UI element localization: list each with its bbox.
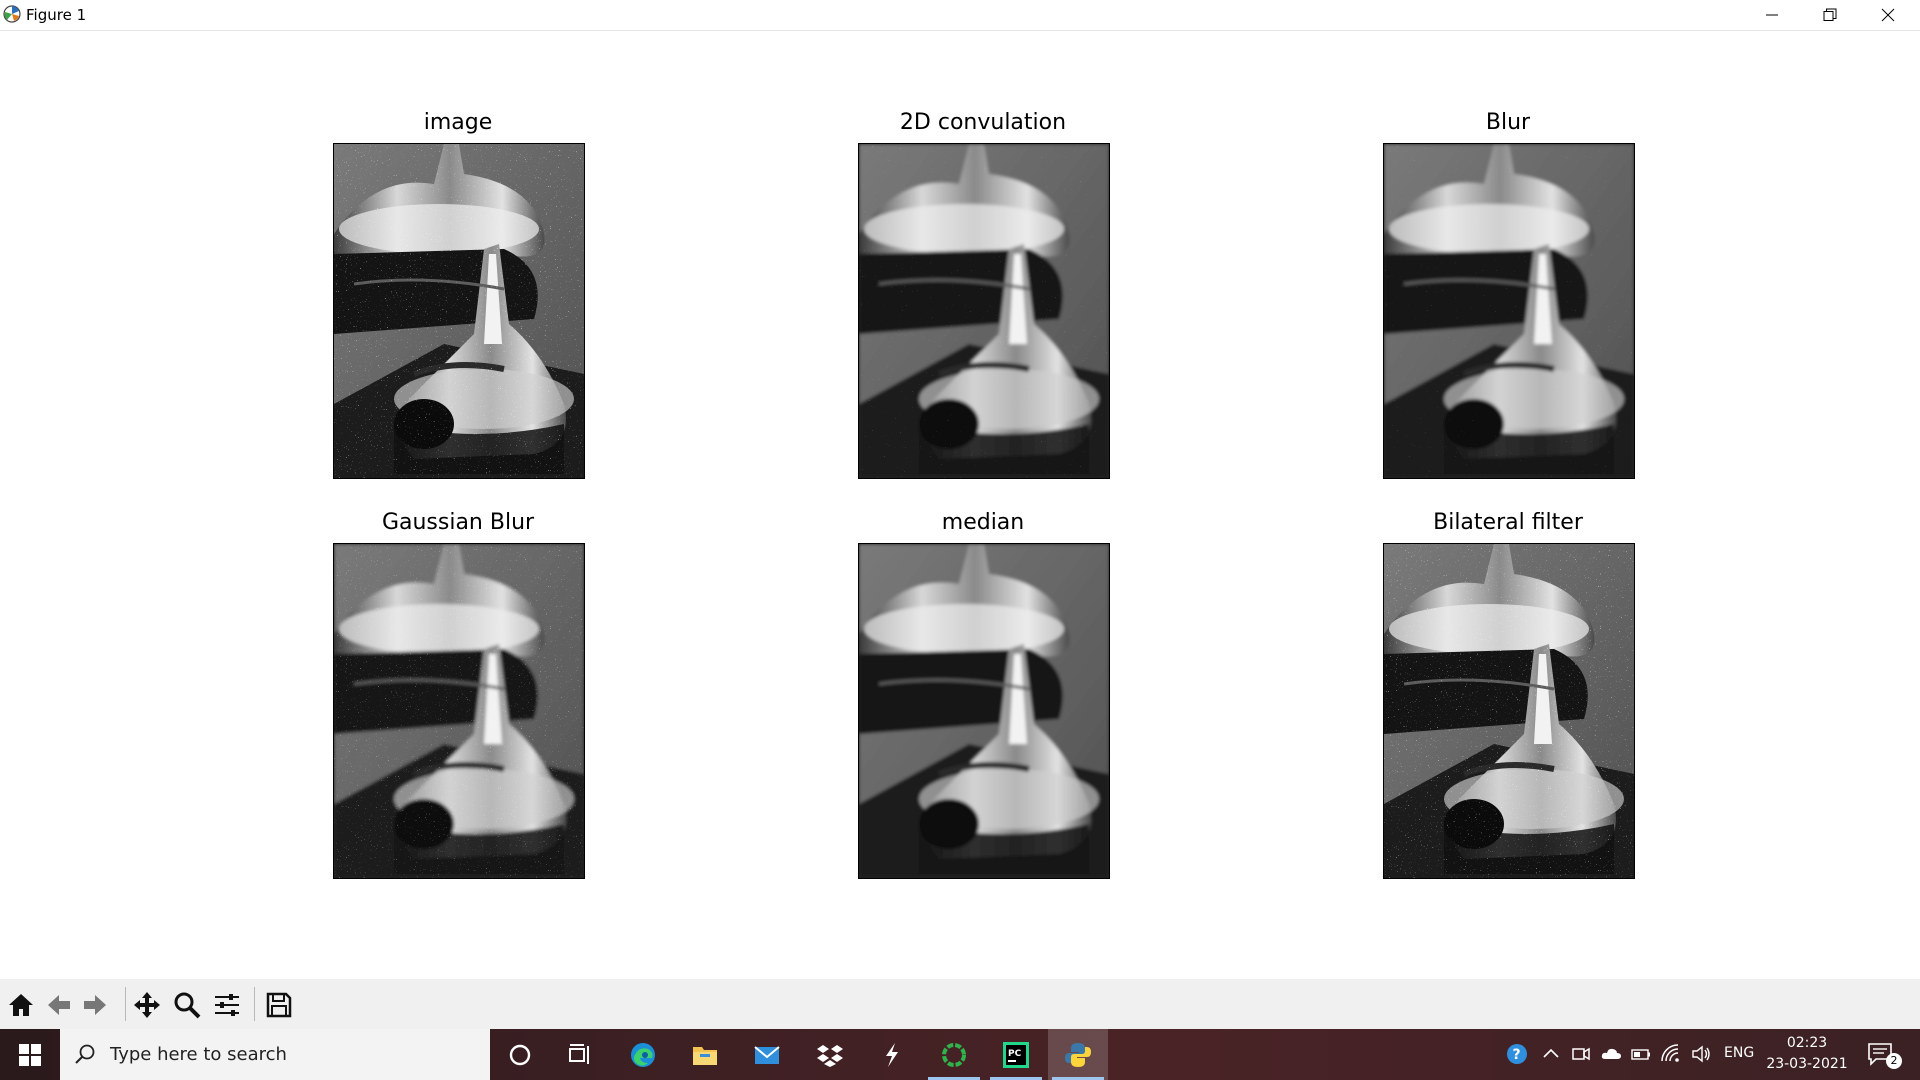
navigation-toolbar xyxy=(0,979,1920,1029)
dropbox-button[interactable] xyxy=(800,1029,860,1080)
notification-count-badge: 2 xyxy=(1886,1053,1902,1069)
mail-icon xyxy=(754,1045,780,1064)
speaker-icon xyxy=(1692,1045,1710,1063)
subplot-image-area xyxy=(858,543,1110,879)
matplotlib-icon xyxy=(3,5,21,23)
toolbar-separator xyxy=(254,987,255,1021)
camera-icon xyxy=(1572,1047,1590,1061)
toolbar-separator xyxy=(125,987,126,1021)
taskbar-search-box[interactable]: Type here to search xyxy=(60,1029,490,1080)
search-placeholder: Type here to search xyxy=(110,1044,287,1065)
close-icon xyxy=(1881,8,1895,22)
subplot-title: Gaussian Blur xyxy=(381,510,535,535)
save-button[interactable] xyxy=(262,988,296,1022)
cortana-button[interactable] xyxy=(490,1029,550,1080)
minimize-button[interactable] xyxy=(1743,0,1801,30)
save-icon xyxy=(266,992,292,1018)
search-icon xyxy=(75,1044,95,1064)
volume-button[interactable] xyxy=(1688,1041,1714,1067)
subplot-title: Blur xyxy=(1485,110,1531,135)
task-view-icon xyxy=(569,1043,589,1064)
chevron-up-icon xyxy=(1543,1048,1559,1058)
pan-icon xyxy=(134,992,160,1018)
forward-arrow-icon xyxy=(84,995,106,1015)
file-explorer-button[interactable] xyxy=(675,1029,735,1080)
battery-icon xyxy=(1631,1049,1650,1060)
pycharm-button[interactable]: PC xyxy=(986,1029,1046,1080)
green-ring-app-button[interactable] xyxy=(924,1029,984,1080)
wifi-icon xyxy=(1661,1044,1679,1062)
start-button[interactable] xyxy=(0,1029,60,1080)
dropbox-icon xyxy=(817,1044,843,1067)
action-center-button[interactable]: 2 xyxy=(1866,1039,1902,1069)
pycharm-icon: PC xyxy=(1003,1041,1029,1068)
mail-button[interactable] xyxy=(737,1029,797,1080)
restore-icon xyxy=(1823,8,1837,21)
figure-canvas[interactable]: image 2D convulation Blur Gaussian Blur xyxy=(0,31,1920,979)
clock-time: 02:23 xyxy=(1786,1035,1828,1051)
cloud-icon xyxy=(1601,1048,1621,1059)
network-button[interactable] xyxy=(1658,1041,1684,1067)
clock[interactable]: 02:23 23-03-2021 xyxy=(1762,1033,1852,1075)
subplot-title: image xyxy=(423,110,493,135)
window-title-bar: Figure 1 xyxy=(0,0,1920,31)
edge-button[interactable] xyxy=(613,1029,673,1080)
subplot-image-area xyxy=(1383,143,1635,479)
show-hidden-icons-button[interactable] xyxy=(1538,1041,1564,1067)
lightning-app-icon xyxy=(886,1042,898,1067)
python-icon xyxy=(1065,1042,1091,1067)
subplot-image-area xyxy=(858,143,1110,479)
subplot-title: 2D convulation xyxy=(899,110,1067,135)
forward-button[interactable] xyxy=(78,988,112,1022)
help-tray-button[interactable]: ? xyxy=(1504,1041,1530,1067)
svg-text:?: ? xyxy=(1513,1047,1521,1063)
subplot-title: median xyxy=(941,510,1025,535)
help-icon: ? xyxy=(1507,1044,1527,1064)
pan-button[interactable] xyxy=(130,988,164,1022)
back-button[interactable] xyxy=(42,988,76,1022)
file-explorer-icon xyxy=(693,1046,717,1065)
subplot-image-area xyxy=(1383,543,1635,879)
window-title: Figure 1 xyxy=(26,6,87,24)
subplot-title: Bilateral filter xyxy=(1433,510,1583,535)
python-button[interactable] xyxy=(1048,1029,1108,1080)
back-arrow-icon xyxy=(48,995,70,1015)
edge-icon xyxy=(631,1042,655,1067)
lightning-app-button[interactable] xyxy=(862,1029,922,1080)
clock-date: 23-03-2021 xyxy=(1766,1056,1848,1072)
minimize-icon xyxy=(1766,14,1778,16)
meet-now-button[interactable] xyxy=(1568,1041,1594,1067)
configure-subplots-icon xyxy=(215,994,239,1016)
zoom-icon xyxy=(174,992,201,1019)
configure-subplots-button[interactable] xyxy=(210,988,244,1022)
windows-logo-icon xyxy=(19,1043,41,1066)
cortana-icon xyxy=(509,1044,531,1065)
zoom-button[interactable] xyxy=(170,988,204,1022)
taskbar: Type here to search PC ? ENG 02:23 23-03… xyxy=(0,1029,1920,1080)
input-language[interactable]: ENG xyxy=(1724,1045,1754,1061)
restore-button[interactable] xyxy=(1801,0,1859,30)
svg-text:PC: PC xyxy=(1008,1049,1022,1059)
green-ring-app-icon xyxy=(942,1042,966,1067)
subplot-image-area xyxy=(333,143,585,479)
subplot-image-area xyxy=(333,543,585,879)
onedrive-button[interactable] xyxy=(1598,1041,1624,1067)
battery-button[interactable] xyxy=(1628,1041,1654,1067)
close-button[interactable] xyxy=(1859,0,1917,30)
task-view-button[interactable] xyxy=(550,1029,610,1080)
home-icon xyxy=(9,994,33,1016)
home-button[interactable] xyxy=(4,988,38,1022)
